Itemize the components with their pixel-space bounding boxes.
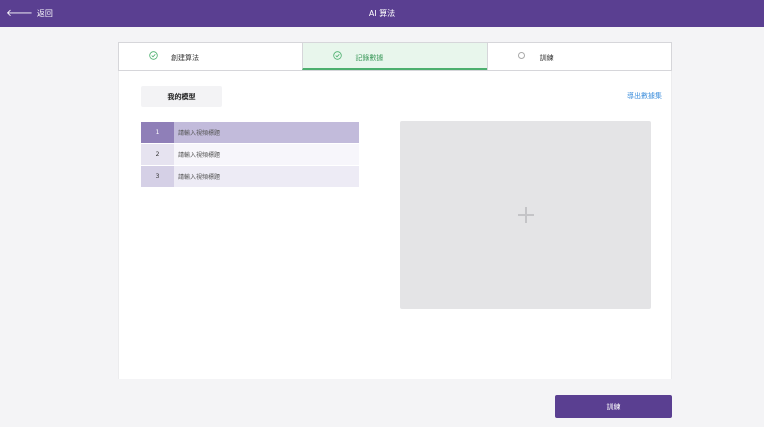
step-progress: 創建算法 記錄數據 訓練 [118, 42, 672, 71]
video-list: 1 請輸入視頻標題 2 請輸入視頻標題 3 請輸入視頻標題 [141, 122, 359, 188]
empty-circle-icon [517, 51, 527, 60]
step-train[interactable]: 訓練 [486, 43, 671, 70]
tab-my-models[interactable]: 我的模型 [141, 86, 222, 107]
step-label: 創建算法 [171, 54, 199, 62]
step-label: 訓練 [539, 54, 554, 62]
video-title-input[interactable]: 請輸入視頻標題 [174, 122, 359, 143]
top-bar: 🡐 返回 AI 算法 [0, 0, 764, 27]
train-button[interactable]: 訓練 [555, 395, 672, 418]
record-data-panel: 我的模型 導出數據集 1 請輸入視頻標題 2 請輸入視頻標題 3 請輸入視頻標題 [118, 71, 672, 379]
list-item-index: 2 [141, 144, 174, 165]
plus-icon [517, 207, 534, 223]
list-item-index: 3 [141, 166, 174, 187]
video-title-input[interactable]: 請輸入視頻標題 [174, 166, 359, 187]
list-item[interactable]: 2 請輸入視頻標題 [141, 144, 359, 165]
page-title: AI 算法 [368, 9, 396, 18]
step-label: 記錄數據 [355, 54, 384, 62]
list-item[interactable]: 3 請輸入視頻標題 [141, 166, 359, 187]
step-create-algorithm[interactable]: 創建算法 [119, 43, 302, 70]
check-circle-icon [333, 51, 343, 60]
export-dataset-link[interactable]: 導出數據集 [627, 91, 662, 101]
check-circle-icon [149, 51, 158, 60]
add-video-area[interactable] [400, 121, 651, 309]
list-item-index: 1 [141, 122, 174, 143]
video-title-input[interactable]: 請輸入視頻標題 [174, 144, 359, 165]
step-record-data[interactable]: 記錄數據 [302, 43, 487, 70]
list-item[interactable]: 1 請輸入視頻標題 [141, 122, 359, 143]
